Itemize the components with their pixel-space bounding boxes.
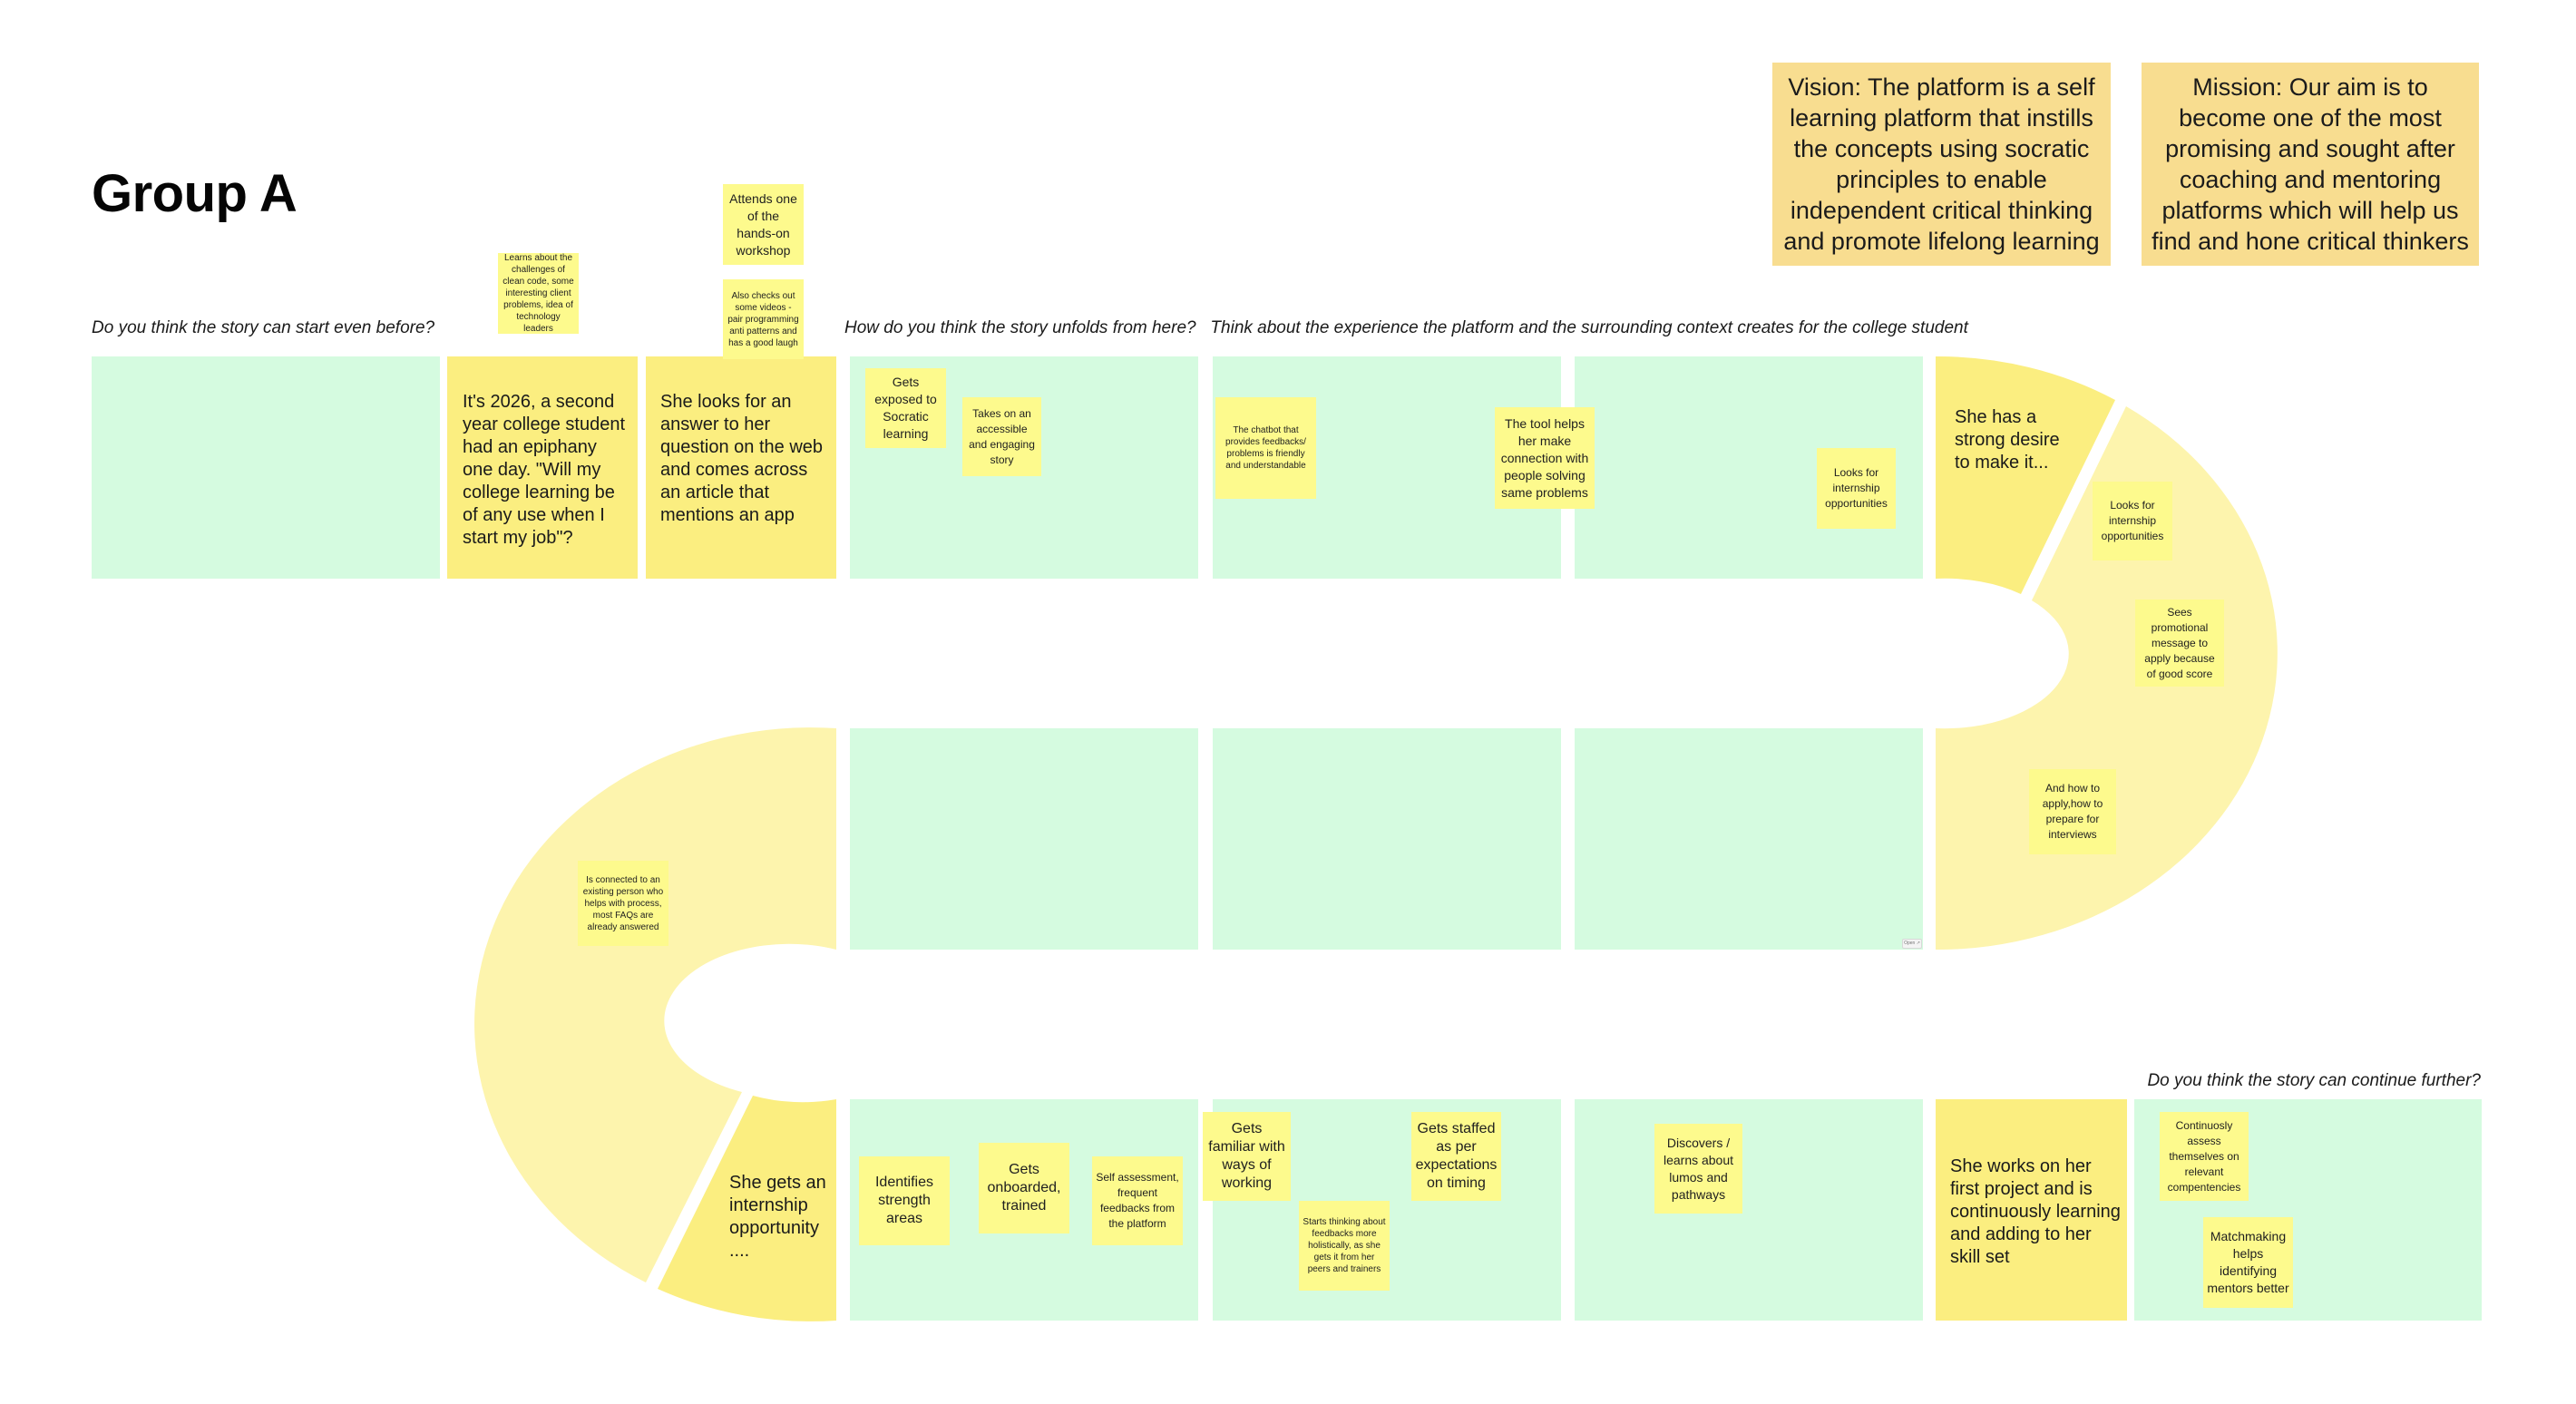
row3-cell-3[interactable]: [1575, 1099, 1923, 1321]
sticky-holistic-feedback[interactable]: Starts thinking about feedbacks more hol…: [1299, 1201, 1390, 1291]
sticky-attends-workshop[interactable]: Attends one of the hands-on workshop: [723, 184, 804, 265]
first-project-text: She works on her first project and is co…: [1950, 1156, 2121, 1267]
sticky-self-assessment[interactable]: Self assessment, frequent feedbacks from…: [1092, 1156, 1183, 1245]
row1-cell-epiphany[interactable]: It's 2026, a second year college student…: [447, 356, 638, 579]
sticky-continuously-assess[interactable]: Continuosly assess themselves on relevan…: [2160, 1112, 2249, 1201]
strong-desire-text: She has a strong desire to make it...: [1955, 407, 2060, 473]
sticky-how-to-apply[interactable]: And how to apply,how to prepare for inte…: [2029, 769, 2116, 854]
row1-cell-looks-for-answer[interactable]: She looks for an answer to her question …: [646, 356, 836, 579]
sticky-onboarded[interactable]: Gets onboarded, trained: [979, 1143, 1069, 1233]
epiphany-text: It's 2026, a second year college student…: [463, 392, 626, 548]
sticky-discovers-lumos[interactable]: Discovers / learns about lumos and pathw…: [1654, 1124, 1742, 1214]
row3-cell-first-project[interactable]: She works on her first project and is co…: [1936, 1099, 2127, 1321]
sticky-looks-internship-1[interactable]: Looks for internship opportunities: [1817, 448, 1896, 529]
sticky-strength-areas[interactable]: Identifies strength areas: [859, 1156, 950, 1245]
sticky-checks-videos[interactable]: Also checks out some videos - pair progr…: [723, 279, 804, 359]
open-button[interactable]: Open ↗: [1902, 939, 1922, 949]
internship-text: She gets an internship opportunity ....: [729, 1173, 826, 1261]
sticky-looks-internship-2[interactable]: Looks for internship opportunities: [2093, 482, 2172, 561]
sticky-socratic[interactable]: Gets exposed to Socratic learning: [865, 368, 946, 448]
sticky-staffed[interactable]: Gets staffed as per expectations on timi…: [1411, 1112, 1501, 1201]
looks-for-answer-text: She looks for an answer to her question …: [660, 392, 824, 525]
row1-cell-before[interactable]: [92, 356, 440, 579]
row2-cell-1[interactable]: [850, 728, 1198, 950]
sticky-ways-of-working[interactable]: Gets familiar with ways of working: [1203, 1112, 1291, 1201]
row2-cell-2[interactable]: [1213, 728, 1561, 950]
sticky-chatbot[interactable]: The chatbot that provides feedbacks/ pro…: [1215, 397, 1316, 499]
sticky-connected-person[interactable]: Is connected to an existing person who h…: [578, 861, 668, 946]
sticky-learns-about[interactable]: Learns about the challenges of clean cod…: [498, 253, 579, 334]
sticky-engaging-story[interactable]: Takes on an accessible and engaging stor…: [962, 397, 1041, 476]
row2-cell-3[interactable]: [1575, 728, 1923, 950]
sticky-promotional[interactable]: Sees promotional message to apply becaus…: [2135, 600, 2224, 687]
sticky-matchmaking[interactable]: Matchmaking helps identifying mentors be…: [2203, 1217, 2293, 1308]
sticky-tool-helps[interactable]: The tool helps her make connection with …: [1495, 407, 1595, 509]
